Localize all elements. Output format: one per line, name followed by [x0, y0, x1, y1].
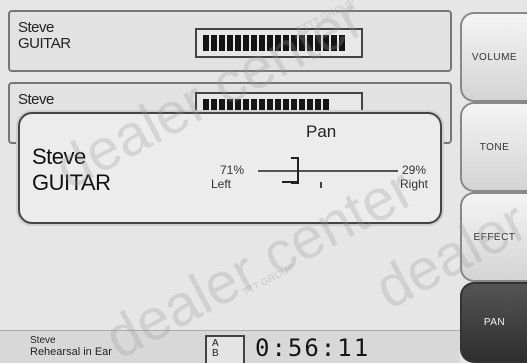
pan-popup: Steve GUITAR Pan 71% Left 29% Right: [18, 112, 442, 224]
level-segment: [299, 35, 305, 51]
level-segment: [243, 35, 249, 51]
tone-button[interactable]: TONE: [460, 102, 527, 192]
level-segment: [339, 35, 345, 51]
level-segment: [267, 35, 273, 51]
level-segment: [259, 35, 265, 51]
effect-button[interactable]: EFFECT: [460, 192, 527, 282]
ab-icon-text: A B: [212, 338, 219, 359]
pan-slider-handle[interactable]: [291, 157, 299, 184]
pan-button[interactable]: PAN: [460, 282, 527, 363]
level-segment: [203, 35, 209, 51]
level-meter: [195, 28, 363, 58]
level-segment: [291, 35, 297, 51]
level-segment: [219, 35, 225, 51]
level-segment: [211, 35, 217, 51]
popup-name-line1: Steve: [32, 144, 86, 169]
level-segment: [235, 35, 241, 51]
level-segment: [275, 35, 281, 51]
level-segment: [331, 35, 337, 51]
level-segment: [283, 35, 289, 51]
channel-name-line1: Steve: [18, 19, 54, 36]
mixer-screen: Steve GUITAR Steve Steve GUITAR Pan 71% …: [0, 0, 527, 363]
level-segment: [315, 35, 321, 51]
level-segment: [307, 35, 313, 51]
pan-left-label: Left: [211, 177, 232, 191]
status-bar: Steve Rehearsal in Ear A B 0:56:11: [0, 330, 460, 363]
channel-name: Steve: [18, 92, 54, 108]
popup-title: Pan: [306, 122, 337, 141]
status-clock: 0:56:11: [255, 334, 371, 362]
channel-name-line2: GUITAR: [18, 35, 71, 52]
popup-name-line2: GUITAR: [32, 170, 111, 195]
pan-left-value: 71%: [220, 163, 245, 177]
channel-name-line1: Steve: [18, 91, 54, 108]
side-menu: VOLUME TONE EFFECT PAN: [460, 0, 527, 363]
status-mix-name: Steve: [30, 335, 56, 346]
status-mix-subtitle: Rehearsal in Ear: [30, 346, 112, 358]
level-segment: [323, 35, 329, 51]
level-segment: [227, 35, 233, 51]
pan-right-label: Right: [400, 177, 429, 191]
volume-button[interactable]: VOLUME: [460, 12, 527, 102]
popup-channel-name: Steve GUITAR: [32, 144, 111, 196]
level-segment: [251, 35, 257, 51]
pan-right-value: 29%: [402, 163, 427, 177]
channel-row[interactable]: Steve GUITAR: [8, 10, 452, 72]
channel-name: Steve GUITAR: [18, 20, 71, 52]
pan-center-tick: [320, 182, 322, 188]
ab-icon[interactable]: A B: [205, 335, 245, 363]
pan-slider-track[interactable]: [258, 170, 398, 172]
